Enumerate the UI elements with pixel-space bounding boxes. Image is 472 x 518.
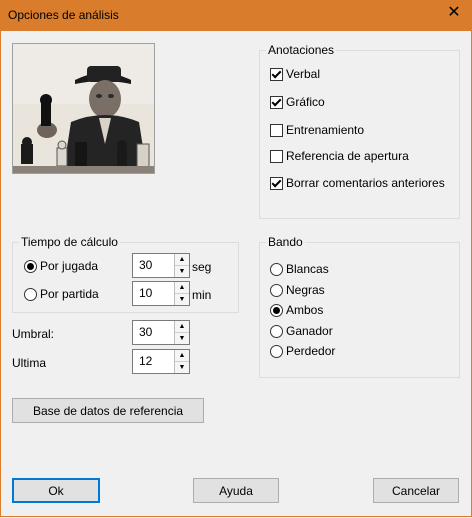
referencia-apertura-check-box[interactable]	[270, 149, 283, 163]
spin-up-icon[interactable]: ▲	[175, 350, 189, 362]
borrar-comentarios-label: Borrar comentarios anteriores	[286, 176, 445, 190]
blancas-radio[interactable]: Blancas	[270, 262, 329, 276]
ganador-radio[interactable]: Ganador	[270, 324, 333, 338]
umbral-value[interactable]: 30	[139, 325, 152, 339]
entrenamiento-checkbox[interactable]: Entrenamiento	[270, 123, 364, 137]
referencia-apertura-label: Referencia de apertura	[286, 149, 409, 163]
negras-radio-circle[interactable]	[270, 283, 283, 297]
ganador-radio-circle[interactable]	[270, 324, 283, 338]
grafico-label: Gráfico	[286, 95, 325, 109]
bando-title: Bando	[266, 235, 305, 249]
title-bar: Opciones de análisis ✕	[0, 0, 472, 31]
umbral-spin-buttons: ▲ ▼	[174, 321, 189, 344]
spin-up-icon[interactable]: ▲	[175, 321, 189, 333]
ok-button[interactable]: Ok	[12, 478, 100, 503]
close-icon[interactable]: ✕	[446, 5, 462, 21]
negras-label: Negras	[286, 283, 325, 297]
perdedor-radio[interactable]: Perdedor	[270, 344, 335, 358]
tiempo-title: Tiempo de cálculo	[19, 235, 120, 249]
anotaciones-title: Anotaciones	[266, 43, 337, 57]
perdedor-label: Perdedor	[286, 344, 336, 358]
verbal-label: Verbal	[286, 67, 321, 81]
por-partida-spinner[interactable]: 10 ▲ ▼	[132, 281, 190, 306]
por-jugada-radio-circle[interactable]	[24, 259, 37, 273]
ultima-value[interactable]: 12	[139, 354, 152, 368]
blancas-label: Blancas	[286, 262, 329, 276]
base-datos-referencia-button[interactable]: Base de datos de referencia	[12, 398, 204, 423]
spin-down-icon[interactable]: ▼	[175, 333, 189, 344]
por-partida-radio[interactable]: Por partida	[24, 287, 99, 301]
negras-radio[interactable]: Negras	[270, 283, 325, 297]
borrar-comentarios-check-box[interactable]	[270, 176, 283, 190]
verbal-checkbox[interactable]: Verbal	[270, 67, 320, 81]
umbral-label: Umbral:	[12, 327, 55, 341]
min-unit-label: min	[192, 288, 212, 302]
spin-up-icon[interactable]: ▲	[175, 282, 189, 294]
umbral-spinner[interactable]: 30 ▲ ▼	[132, 320, 190, 345]
borrar-comentarios-checkbox[interactable]: Borrar comentarios anteriores	[270, 176, 445, 190]
por-jugada-spin-buttons: ▲ ▼	[174, 254, 189, 277]
por-partida-radio-circle[interactable]	[24, 287, 37, 301]
por-partida-label: Por partida	[40, 287, 99, 301]
photo-image	[13, 44, 154, 173]
spin-up-icon[interactable]: ▲	[175, 254, 189, 266]
tiempo-group: Tiempo de cálculo	[12, 235, 239, 313]
ambos-radio[interactable]: Ambos	[270, 303, 323, 317]
ultima-label: Ultima	[12, 356, 47, 370]
ultima-spin-buttons: ▲ ▼	[174, 350, 189, 373]
spin-down-icon[interactable]: ▼	[175, 294, 189, 305]
window-title: Opciones de análisis	[8, 8, 119, 22]
spin-down-icon[interactable]: ▼	[175, 362, 189, 373]
por-jugada-radio[interactable]: Por jugada	[24, 259, 98, 273]
grafico-checkbox[interactable]: Gráfico	[270, 95, 325, 109]
seg-unit-label: seg	[192, 260, 212, 274]
por-partida-spin-buttons: ▲ ▼	[174, 282, 189, 305]
entrenamiento-label: Entrenamiento	[286, 123, 365, 137]
spin-down-icon[interactable]: ▼	[175, 266, 189, 277]
grafico-check-box[interactable]	[270, 95, 283, 109]
por-jugada-label: Por jugada	[40, 259, 99, 273]
ambos-radio-circle[interactable]	[270, 303, 283, 317]
ayuda-button[interactable]: Ayuda	[193, 478, 279, 503]
ganador-label: Ganador	[286, 324, 333, 338]
verbal-check-box[interactable]	[270, 67, 283, 81]
perdedor-radio-circle[interactable]	[270, 344, 283, 358]
por-partida-value[interactable]: 10	[139, 286, 152, 300]
por-jugada-spinner[interactable]: 30 ▲ ▼	[132, 253, 190, 278]
cancelar-button[interactable]: Cancelar	[373, 478, 459, 503]
ultima-spinner[interactable]: 12 ▲ ▼	[132, 349, 190, 374]
blancas-radio-circle[interactable]	[270, 262, 283, 276]
referencia-apertura-checkbox[interactable]: Referencia de apertura	[270, 149, 409, 163]
player-photo	[12, 43, 155, 174]
entrenamiento-check-box[interactable]	[270, 123, 283, 137]
ambos-label: Ambos	[286, 303, 324, 317]
por-jugada-value[interactable]: 30	[139, 258, 152, 272]
